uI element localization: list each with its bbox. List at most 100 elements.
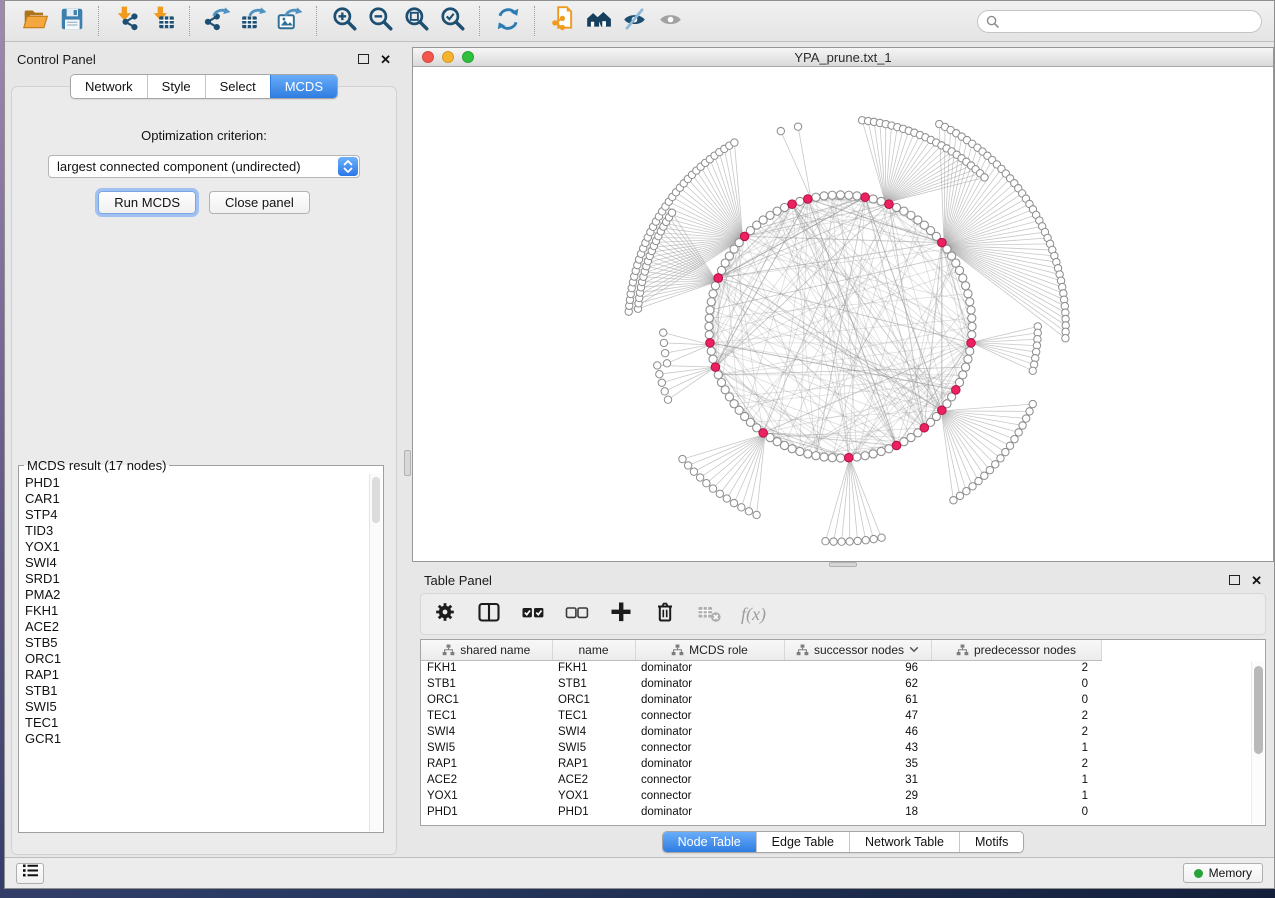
- export-network-button[interactable]: [199, 4, 235, 38]
- close-panel-icon[interactable]: ✕: [380, 53, 391, 66]
- network-node[interactable]: [959, 371, 967, 379]
- column-header-name[interactable]: name: [552, 640, 635, 660]
- share-document-button[interactable]: [544, 4, 580, 38]
- dominator-node[interactable]: [711, 363, 720, 372]
- network-node[interactable]: [950, 497, 957, 504]
- zoom-in-button[interactable]: [326, 4, 362, 38]
- close-table-panel-icon[interactable]: ✕: [1251, 574, 1262, 587]
- dominator-node[interactable]: [740, 232, 749, 241]
- dominator-node[interactable]: [804, 195, 813, 204]
- network-node[interactable]: [661, 349, 668, 356]
- network-node[interactable]: [705, 314, 713, 322]
- split-panel-button[interactable]: [477, 601, 501, 627]
- network-node[interactable]: [705, 322, 713, 330]
- network-node[interactable]: [661, 388, 668, 395]
- table-row[interactable]: PHD1PHD1dominator180: [421, 804, 1265, 820]
- table-row[interactable]: ACE2ACE2connector311: [421, 772, 1265, 788]
- network-node[interactable]: [992, 461, 999, 468]
- mcds-result-node[interactable]: STP4: [20, 507, 369, 523]
- table-row[interactable]: SWI4SWI4dominator462: [421, 724, 1265, 740]
- network-node[interactable]: [878, 534, 885, 541]
- zoom-fit-button[interactable]: [398, 4, 434, 38]
- dominator-node[interactable]: [920, 424, 929, 433]
- mcds-result-node[interactable]: STB5: [20, 635, 369, 651]
- network-node[interactable]: [975, 477, 982, 484]
- network-node[interactable]: [966, 298, 974, 306]
- export-table-button[interactable]: [235, 4, 271, 38]
- close-panel-button[interactable]: Close panel: [209, 191, 310, 214]
- network-node[interactable]: [845, 191, 853, 199]
- mcds-result-node[interactable]: TEC1: [20, 715, 369, 731]
- network-node[interactable]: [723, 495, 730, 502]
- network-node[interactable]: [745, 508, 752, 515]
- network-node[interactable]: [967, 306, 975, 314]
- table-row[interactable]: ORC1ORC1dominator610: [421, 692, 1265, 708]
- mcds-result-node[interactable]: CAR1: [20, 491, 369, 507]
- tab-style[interactable]: Style: [147, 75, 205, 98]
- result-scrollbar[interactable]: [369, 474, 382, 831]
- mcds-result-node[interactable]: PMA2: [20, 587, 369, 603]
- select-all-rows-button[interactable]: [521, 601, 545, 627]
- network-node[interactable]: [679, 455, 686, 462]
- network-node[interactable]: [1019, 422, 1026, 429]
- mcds-result-node[interactable]: ACE2: [20, 619, 369, 635]
- network-node[interactable]: [664, 396, 671, 403]
- network-node[interactable]: [854, 537, 861, 544]
- table-scrollbar-thumb[interactable]: [1254, 666, 1263, 754]
- horizontal-splitter[interactable]: [412, 562, 1274, 568]
- minimize-window-icon[interactable]: [442, 51, 454, 63]
- close-window-icon[interactable]: [422, 51, 434, 63]
- network-node[interactable]: [820, 192, 828, 200]
- network-node[interactable]: [1029, 367, 1036, 374]
- network-node[interactable]: [1002, 448, 1009, 455]
- network-node[interactable]: [711, 282, 719, 290]
- zoom-selected-button[interactable]: [434, 4, 470, 38]
- network-node[interactable]: [812, 452, 820, 460]
- tab-edge-table[interactable]: Edge Table: [756, 832, 849, 852]
- network-node[interactable]: [846, 538, 853, 545]
- network-node[interactable]: [709, 290, 717, 298]
- table-row[interactable]: TEC1TEC1connector472: [421, 708, 1265, 724]
- column-header-MCDS-role[interactable]: MCDS role: [635, 640, 784, 660]
- network-node[interactable]: [788, 445, 796, 453]
- network-node[interactable]: [812, 193, 820, 201]
- network-node[interactable]: [961, 363, 969, 371]
- network-node[interactable]: [1015, 429, 1022, 436]
- tab-network-table[interactable]: Network Table: [849, 832, 959, 852]
- table-row[interactable]: SWI5SWI5connector431: [421, 740, 1265, 756]
- network-node[interactable]: [1022, 415, 1029, 422]
- hide-selected-button[interactable]: [616, 4, 652, 38]
- network-node[interactable]: [836, 191, 844, 199]
- network-node[interactable]: [981, 472, 988, 479]
- mcds-result-node[interactable]: SWI4: [20, 555, 369, 571]
- table-row[interactable]: RAP1RAP1dominator352: [421, 756, 1265, 772]
- table-scrollbar[interactable]: [1251, 661, 1264, 824]
- horizontal-splitter-handle[interactable]: [829, 562, 857, 567]
- network-node[interactable]: [730, 499, 737, 506]
- network-node[interactable]: [959, 274, 967, 282]
- vertical-splitter-handle[interactable]: [404, 450, 411, 476]
- network-node[interactable]: [777, 127, 784, 134]
- network-node[interactable]: [709, 355, 717, 363]
- network-node[interactable]: [1011, 435, 1018, 442]
- network-node[interactable]: [862, 537, 869, 544]
- network-node[interactable]: [668, 209, 675, 216]
- tab-motifs[interactable]: Motifs: [959, 832, 1023, 852]
- tab-network[interactable]: Network: [71, 75, 147, 98]
- network-node[interactable]: [660, 339, 667, 346]
- network-node[interactable]: [1029, 400, 1036, 407]
- delete-column-button[interactable]: [653, 601, 677, 627]
- mcds-result-node[interactable]: SRD1: [20, 571, 369, 587]
- network-node[interactable]: [828, 191, 836, 199]
- network-node[interactable]: [703, 480, 710, 487]
- network-node[interactable]: [963, 487, 970, 494]
- network-node[interactable]: [656, 371, 663, 378]
- automation-panel-button[interactable]: [16, 863, 44, 884]
- network-node[interactable]: [794, 123, 801, 130]
- network-node[interactable]: [836, 454, 844, 462]
- table-row[interactable]: STB1STB1dominator620: [421, 676, 1265, 692]
- network-node[interactable]: [961, 282, 969, 290]
- float-table-panel-icon[interactable]: [1229, 575, 1240, 585]
- network-node[interactable]: [716, 490, 723, 497]
- column-header-shared-name[interactable]: shared name: [421, 640, 552, 660]
